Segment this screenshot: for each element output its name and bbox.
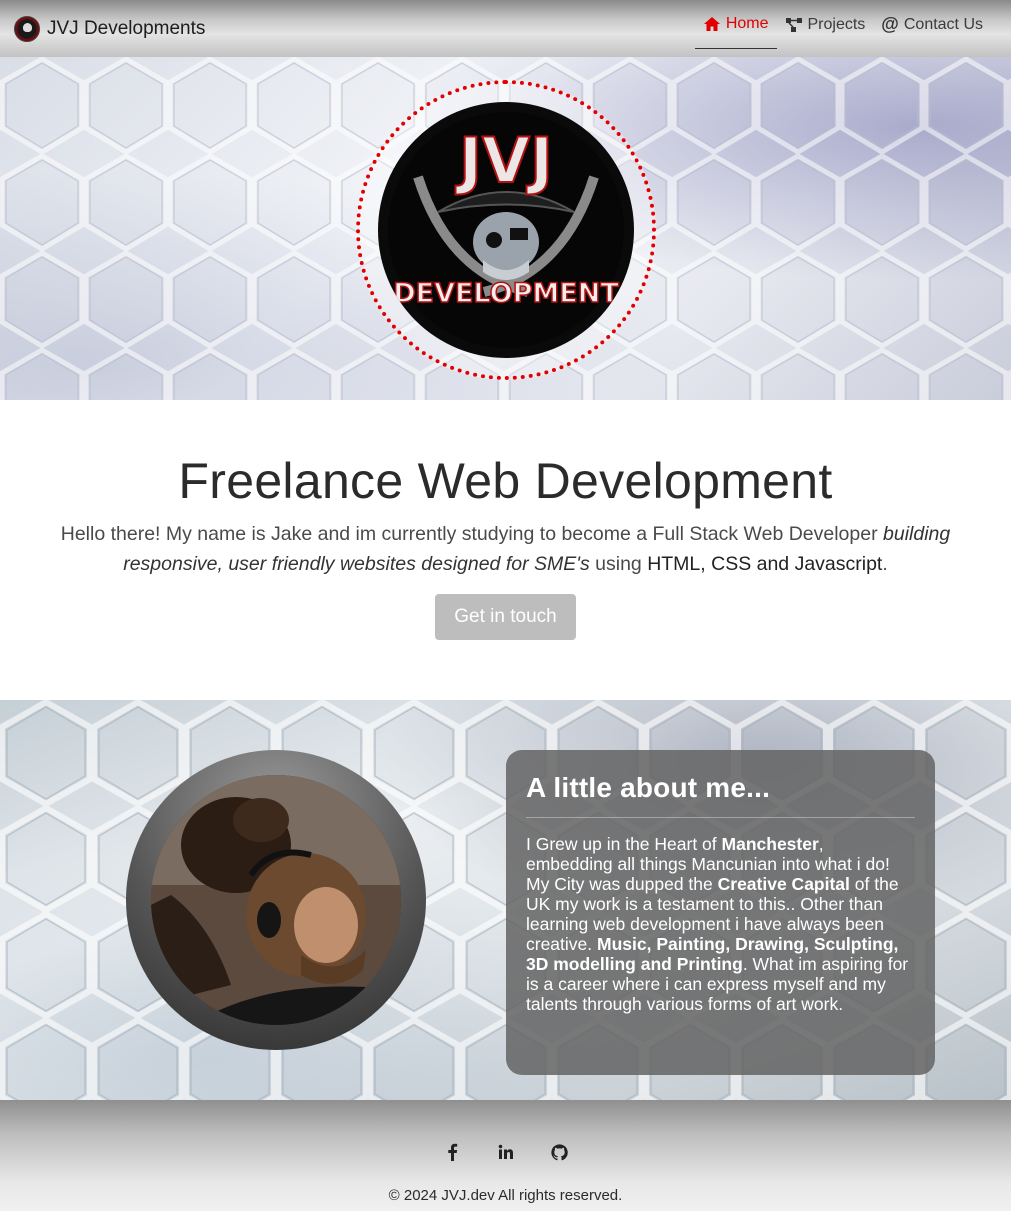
- about-text-1: I Grew up in the Heart of: [526, 834, 722, 854]
- linkedin-link[interactable]: [496, 1142, 516, 1162]
- intro-text-2: using: [589, 553, 648, 575]
- projects-icon: [785, 17, 802, 32]
- main-nav: Home Projects @ Contact Us: [694, 0, 991, 57]
- github-icon: [551, 1143, 568, 1160]
- facebook-link[interactable]: [442, 1142, 462, 1162]
- about-card: A little about me... I Grew up in the He…: [506, 750, 935, 1075]
- linkedin-icon: [498, 1144, 513, 1159]
- home-icon: [703, 17, 720, 31]
- nav-contact-label: Contact Us: [903, 15, 983, 33]
- about-section: A little about me... I Grew up in the He…: [0, 700, 1011, 1100]
- nav-home[interactable]: Home: [694, 0, 777, 49]
- about-bold-1: Manchester: [721, 834, 819, 854]
- facebook-icon: [447, 1143, 457, 1161]
- nav-home-label: Home: [725, 15, 769, 32]
- about-divider: [526, 817, 915, 818]
- brand-logo: [14, 15, 40, 42]
- intro-text-tech: HTML, CSS and Javascript: [647, 553, 883, 575]
- nav-projects-label: Projects: [807, 15, 866, 33]
- logo-jvj-text: JVJ: [455, 124, 553, 197]
- brand-link[interactable]: JVJ Developments: [14, 15, 206, 42]
- profile-photo: [151, 775, 401, 1025]
- jvj-logo: JVJ DEVELOPMENT: [378, 102, 634, 358]
- about-bold-2: Creative Capital: [717, 874, 850, 894]
- copyright-text: © 2024 JVJ.dev All rights reserved.: [388, 1187, 623, 1204]
- get-in-touch-button[interactable]: Get in touch: [435, 594, 576, 640]
- intro-section: Freelance Web Development Hello there! M…: [0, 400, 1011, 700]
- logo-development-text: DEVELOPMENT: [393, 278, 619, 309]
- intro-text-1: Hello there! My name is Jake and im curr…: [60, 523, 884, 545]
- navbar: JVJ Developments Home Projects @ Contact…: [0, 0, 1011, 57]
- about-text: I Grew up in the Heart of Manchester, em…: [526, 834, 915, 1014]
- nav-projects[interactable]: Projects: [777, 0, 874, 49]
- about-heading: A little about me...: [526, 772, 771, 803]
- social-links: [0, 1142, 1011, 1162]
- intro-text-3: .: [882, 553, 888, 575]
- hero-banner: JVJ DEVELOPMENT: [0, 57, 1011, 400]
- intro-text: Hello there! My name is Jake and im curr…: [60, 519, 951, 579]
- nav-contact[interactable]: @ Contact Us: [873, 0, 991, 49]
- at-icon: @: [881, 14, 899, 34]
- github-link[interactable]: [550, 1142, 570, 1162]
- footer: © 2024 JVJ.dev All rights reserved.: [0, 1100, 1011, 1211]
- page-title: Freelance Web Development: [178, 453, 833, 509]
- brand-name: JVJ Developments: [47, 17, 206, 39]
